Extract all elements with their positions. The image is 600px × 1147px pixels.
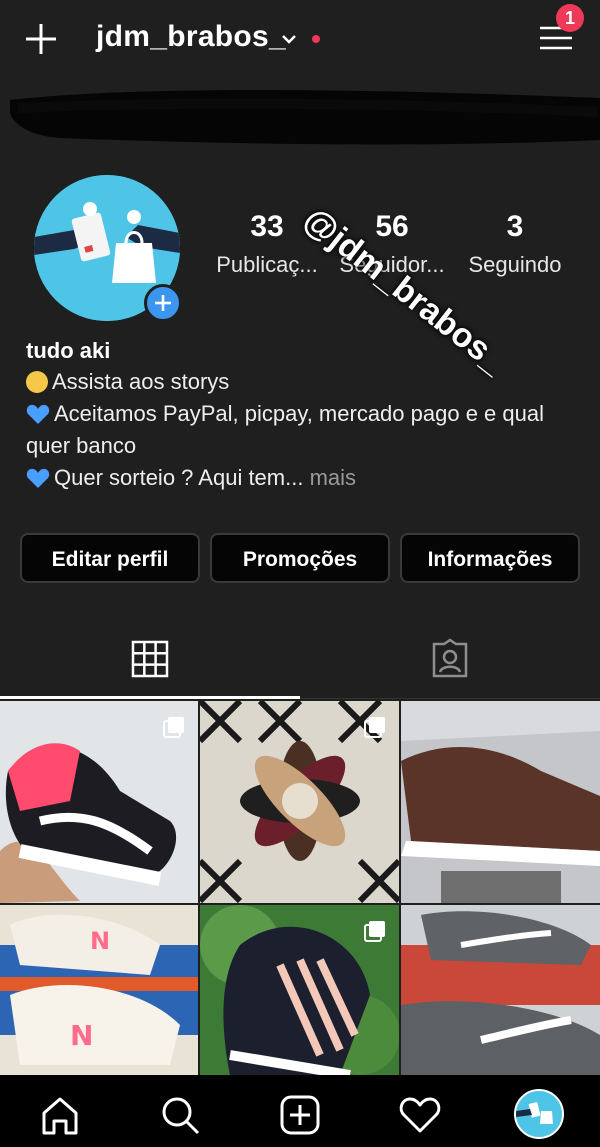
new-post-icon[interactable] bbox=[278, 1093, 322, 1137]
stat-following-value: 3 bbox=[506, 210, 524, 243]
blue-heart-icon bbox=[26, 404, 50, 424]
multiple-photos-icon bbox=[364, 921, 385, 942]
bio-line-1: Assista aos storys bbox=[26, 366, 586, 398]
profile-screen: jdm_brabos_ 1 33 Publicaç... 56 Seguidor… bbox=[0, 0, 600, 1147]
bottom-nav bbox=[0, 1075, 600, 1147]
stat-posts-label: Publicaç... bbox=[216, 252, 318, 277]
bio-name: tudo aki bbox=[26, 338, 111, 363]
post-tile[interactable]: N N bbox=[0, 905, 198, 1075]
profile-avatar[interactable] bbox=[514, 1089, 564, 1139]
plus-icon bbox=[155, 295, 171, 311]
brown-shoe-photo bbox=[401, 701, 600, 903]
post-tile[interactable] bbox=[0, 701, 198, 903]
bio-line-2-text: Aceitamos PayPal, picpay, mercado pago e… bbox=[54, 401, 544, 426]
bio-line-3: quer banco bbox=[26, 433, 137, 458]
heart-icon[interactable] bbox=[398, 1093, 442, 1137]
promotions-button[interactable]: Promoções bbox=[210, 533, 390, 583]
notification-badge: 1 bbox=[556, 4, 584, 32]
info-button[interactable]: Informações bbox=[400, 533, 580, 583]
bio-more-link[interactable]: mais bbox=[303, 465, 356, 490]
post-tile[interactable] bbox=[401, 701, 600, 903]
chevron-down-icon[interactable] bbox=[280, 30, 298, 48]
posts-grid: N N bbox=[0, 701, 600, 1075]
stat-following-label: Seguindo bbox=[468, 252, 562, 277]
post-tile[interactable] bbox=[200, 701, 399, 903]
bio-line-4-text: Quer sorteio ? Aqui tem... bbox=[54, 465, 304, 490]
home-icon[interactable] bbox=[38, 1093, 82, 1137]
svg-text:N: N bbox=[90, 927, 110, 955]
search-icon[interactable] bbox=[158, 1093, 202, 1137]
eye-emoji-icon bbox=[26, 371, 48, 393]
bio-line-2: Aceitamos PayPal, picpay, mercado pago e… bbox=[26, 398, 586, 430]
profile-username[interactable]: jdm_brabos_ bbox=[96, 20, 286, 54]
edit-profile-button[interactable]: Editar perfil bbox=[20, 533, 200, 583]
multiple-photos-icon bbox=[364, 717, 385, 738]
active-tab-indicator bbox=[0, 696, 300, 699]
notification-dot bbox=[312, 35, 320, 43]
blue-heart-icon bbox=[26, 468, 50, 488]
svg-text:N: N bbox=[70, 1019, 93, 1052]
stat-following[interactable]: 3 Seguindo bbox=[455, 210, 575, 278]
bio-line-4: Quer sorteio ? Aqui tem... mais bbox=[26, 462, 586, 494]
multiple-photos-icon bbox=[163, 717, 184, 738]
grid-icon bbox=[131, 640, 169, 678]
tagged-person-icon bbox=[432, 638, 468, 678]
add-story-button[interactable] bbox=[144, 284, 182, 322]
post-tile[interactable] bbox=[200, 905, 399, 1075]
avatar-mini-illustration bbox=[516, 1102, 553, 1124]
grey-sneakers-photo bbox=[401, 905, 600, 1075]
tab-tagged[interactable] bbox=[300, 620, 600, 698]
post-tile[interactable] bbox=[401, 905, 600, 1075]
new-balance-sneakers-photo: N N bbox=[0, 905, 198, 1075]
redaction-scribble bbox=[10, 89, 600, 145]
bio-line-1-text: Assista aos storys bbox=[52, 369, 230, 394]
plus-icon[interactable] bbox=[24, 22, 58, 56]
tab-grid[interactable] bbox=[0, 620, 300, 698]
